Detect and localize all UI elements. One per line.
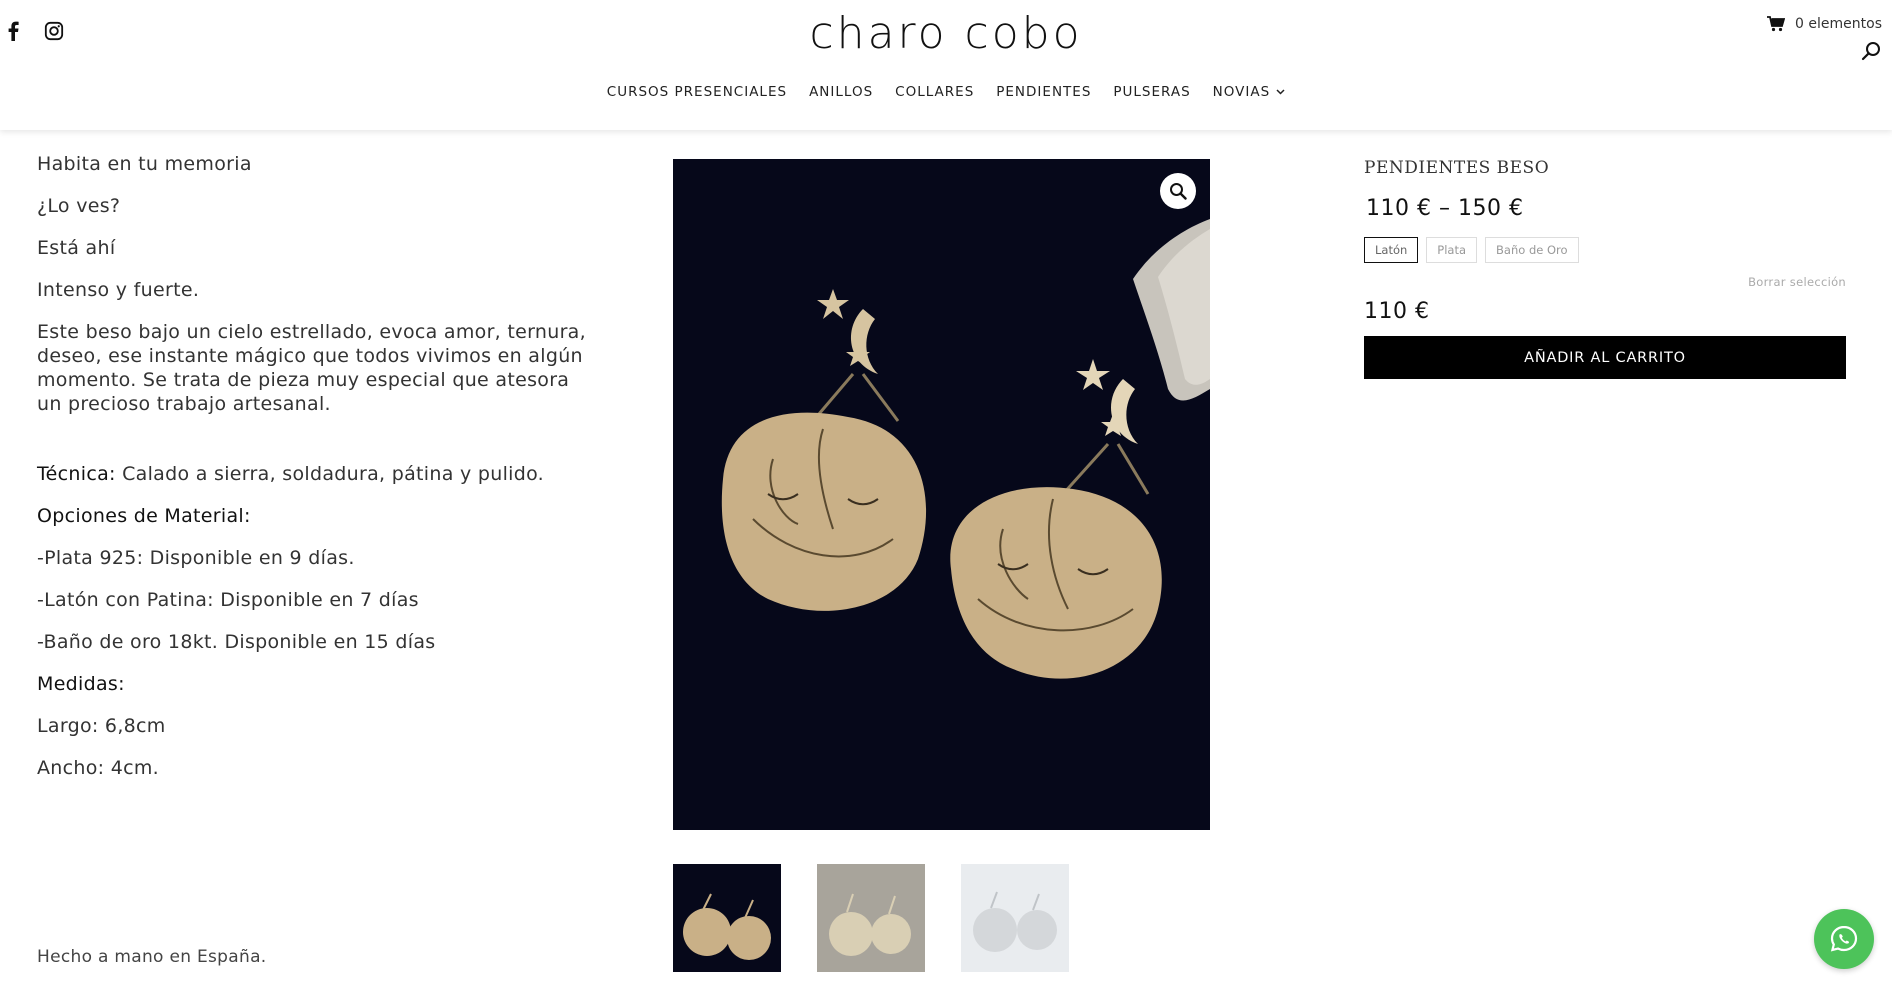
product-summary: PENDIENTES BESO 110 € – 150 € Latón Plat… bbox=[1364, 158, 1846, 379]
clear-selection-link[interactable]: Borrar selección bbox=[1364, 275, 1846, 289]
add-to-cart-button[interactable]: AÑADIR AL CARRITO bbox=[1364, 336, 1846, 379]
description-paragraph: Este beso bajo un cielo estrellado, evoc… bbox=[37, 321, 586, 415]
thumbnail-image bbox=[673, 864, 781, 972]
nav-item-cursos[interactable]: CURSOS PRESENCIALES bbox=[607, 82, 787, 102]
handmade-note: Hecho a mano en España. bbox=[37, 947, 267, 967]
nav-label: NOVIAS bbox=[1212, 84, 1271, 100]
zoom-button[interactable] bbox=[1160, 173, 1196, 209]
technique-value: Calado a sierra, soldadura, pátina y pul… bbox=[115, 463, 545, 485]
variant-swatches: Latón Plata Baño de Oro bbox=[1364, 237, 1846, 263]
description-line: ¿Lo ves? bbox=[37, 195, 121, 217]
thumbnail-2[interactable] bbox=[817, 864, 925, 972]
product-description: Habita en tu memoria ¿Lo ves? Está ahí I… bbox=[37, 152, 597, 798]
nav-label: COLLARES bbox=[895, 84, 975, 100]
variant-laton[interactable]: Latón bbox=[1364, 237, 1419, 263]
nav-item-collares[interactable]: COLLARES bbox=[895, 82, 974, 102]
main-nav: CURSOS PRESENCIALES ANILLOS COLLARES PEN… bbox=[0, 82, 1892, 102]
nav-item-pulseras[interactable]: PULSERAS bbox=[1113, 82, 1190, 102]
material-option: -Latón con Patina: Disponible en 7 días bbox=[37, 589, 419, 611]
current-price: 110 € bbox=[1364, 299, 1430, 324]
site-logo[interactable]: charo cobo bbox=[0, 8, 1892, 59]
chevron-down-icon bbox=[1276, 89, 1285, 95]
measure-value: Ancho: 4cm. bbox=[37, 757, 159, 779]
description-line: Habita en tu memoria bbox=[37, 153, 252, 175]
product-title: PENDIENTES BESO bbox=[1364, 158, 1550, 178]
cart-link[interactable]: 0 elementos bbox=[1767, 16, 1882, 32]
earrings-image bbox=[673, 159, 1210, 830]
measures-label: Medidas: bbox=[37, 673, 125, 695]
description-line: Está ahí bbox=[37, 237, 116, 259]
material-option: -Baño de oro 18kt. Disponible en 15 días bbox=[37, 631, 436, 653]
variant-bano-de-oro[interactable]: Baño de Oro bbox=[1485, 237, 1579, 263]
description-line: Intenso y fuerte. bbox=[37, 279, 200, 301]
nav-label: PULSERAS bbox=[1113, 84, 1191, 100]
magnifier-icon bbox=[1170, 183, 1187, 200]
product-main-image[interactable] bbox=[673, 159, 1210, 830]
whatsapp-button[interactable] bbox=[1814, 909, 1874, 969]
thumbnail-image bbox=[961, 864, 1069, 972]
technique-row: Técnica: Calado a sierra, soldadura, pát… bbox=[37, 462, 597, 486]
nav-label: ANILLOS bbox=[809, 84, 874, 100]
materials-label: Opciones de Material: bbox=[37, 505, 251, 527]
thumbnail-image bbox=[817, 864, 925, 972]
nav-label: PENDIENTES bbox=[996, 84, 1092, 100]
thumbnail-3[interactable] bbox=[961, 864, 1069, 972]
cart-count-label: 0 elementos bbox=[1795, 16, 1882, 32]
thumbnail-1[interactable] bbox=[673, 864, 781, 972]
measure-value: Largo: 6,8cm bbox=[37, 715, 166, 737]
whatsapp-icon bbox=[1830, 925, 1858, 952]
technique-label: Técnica: bbox=[37, 463, 116, 485]
cart-icon bbox=[1767, 16, 1786, 32]
material-option: -Plata 925: Disponible en 9 días. bbox=[37, 547, 355, 569]
product-thumbnails bbox=[673, 864, 1069, 972]
nav-item-anillos[interactable]: ANILLOS bbox=[809, 82, 873, 102]
nav-item-novias[interactable]: NOVIAS bbox=[1213, 82, 1286, 102]
nav-label: CURSOS PRESENCIALES bbox=[606, 84, 788, 100]
search-icon[interactable] bbox=[1860, 40, 1882, 62]
variant-plata[interactable]: Plata bbox=[1426, 237, 1478, 263]
site-header: charo cobo 0 elementos CURSOS PRESENCIAL… bbox=[0, 0, 1892, 130]
nav-item-pendientes[interactable]: PENDIENTES bbox=[996, 82, 1091, 102]
price-range: 110 € – 150 € bbox=[1366, 196, 1524, 221]
